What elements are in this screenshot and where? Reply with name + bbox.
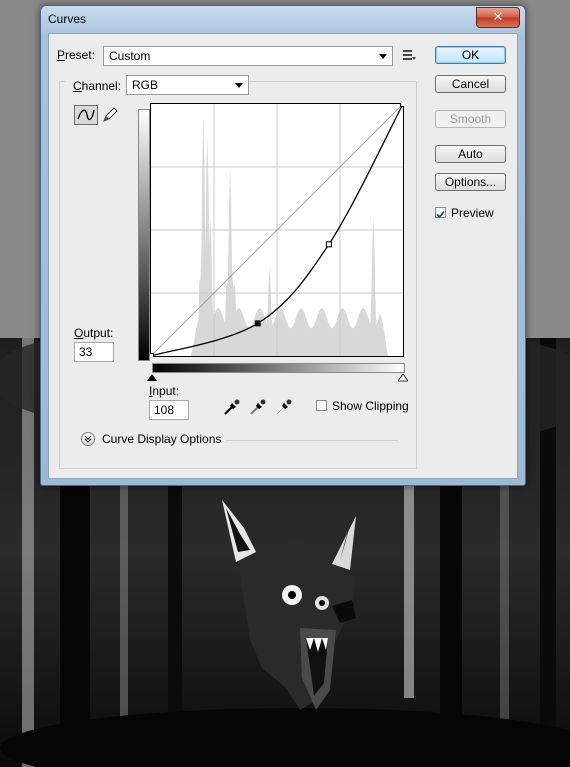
show-clipping-label[interactable]: Show Clipping	[332, 399, 409, 413]
cancel-button[interactable]: Cancel	[435, 75, 506, 93]
white-point-slider[interactable]	[397, 371, 409, 385]
preview-label[interactable]: Preview	[451, 206, 494, 220]
double-chevron-down-icon	[84, 435, 92, 443]
preset-options-icon[interactable]	[402, 48, 416, 62]
preview-checkbox[interactable]	[435, 207, 446, 219]
pencil-icon	[103, 107, 118, 122]
ok-button[interactable]: OK	[435, 46, 506, 64]
smooth-button[interactable]: Smooth	[435, 110, 506, 128]
curve-control-point[interactable]	[400, 103, 405, 107]
curve-control-point[interactable]	[150, 353, 154, 358]
checkmark-icon	[436, 210, 445, 219]
curve-point-tool[interactable]	[74, 105, 98, 125]
window-title: Curves	[48, 12, 87, 26]
curve-control-point[interactable]	[325, 241, 332, 248]
title-bar[interactable]: Curves ✕	[41, 6, 525, 32]
dialog-client-area: Preset: Custom OK Cancel Smooth Auto Opt…	[48, 33, 518, 479]
close-button[interactable]: ✕	[476, 7, 520, 28]
auto-button[interactable]: Auto	[435, 145, 506, 163]
channel-label: Channel:	[73, 79, 122, 93]
input-gradient-bar	[152, 363, 405, 373]
output-gradient-bar	[138, 109, 150, 361]
close-icon: ✕	[492, 9, 504, 24]
curve-graph[interactable]	[150, 103, 404, 357]
output-field[interactable]: 33	[74, 342, 114, 362]
gray-eyedropper-icon[interactable]	[249, 398, 267, 419]
curve-display-options-label[interactable]: Curve Display Options	[102, 432, 221, 446]
white-eyedropper-icon[interactable]	[275, 398, 293, 419]
input-label: Input:	[149, 384, 180, 398]
curve-tool-icon	[77, 109, 95, 121]
output-label: Output:	[74, 326, 114, 340]
options-button[interactable]: Options...	[435, 173, 506, 191]
chevron-down-icon	[235, 83, 243, 88]
show-clipping-checkbox[interactable]	[316, 400, 327, 411]
preset-value: Custom	[109, 49, 151, 63]
pencil-draw-tool[interactable]	[101, 106, 119, 124]
preset-dropdown[interactable]: Custom	[103, 46, 393, 66]
channel-value: RGB	[132, 78, 159, 92]
curves-dialog: Curves ✕ Preset: Custom OK Cancel Smooth…	[40, 5, 526, 486]
expand-toggle[interactable]	[81, 432, 95, 446]
divider	[226, 440, 398, 441]
curve-control-point[interactable]	[254, 320, 261, 327]
preset-label: Preset:	[57, 48, 96, 62]
chevron-down-icon	[379, 54, 387, 59]
black-point-slider[interactable]	[147, 371, 157, 385]
black-eyedropper-icon[interactable]	[223, 398, 241, 419]
input-field[interactable]: 108	[149, 400, 189, 420]
channel-dropdown[interactable]: RGB	[126, 75, 249, 95]
